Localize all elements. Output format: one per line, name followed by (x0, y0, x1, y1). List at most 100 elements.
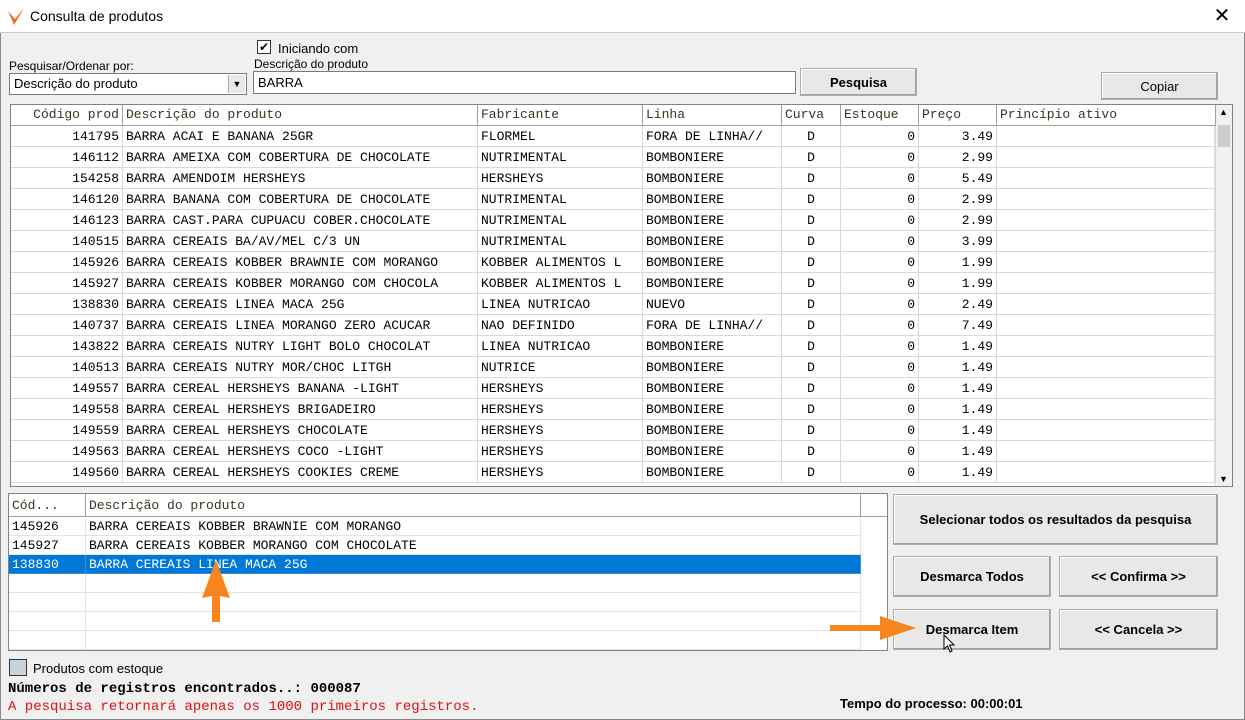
select-all-button[interactable]: Selecionar todos os resultados da pesqui… (893, 494, 1218, 545)
table-cell: 0 (841, 147, 919, 168)
table-cell: 1.49 (919, 420, 997, 441)
table-cell (997, 441, 1216, 462)
table-row[interactable]: 146112 BARRA AMEIXA COM COBERTURA DE CHOC… (11, 147, 1216, 168)
app-logo-icon (8, 8, 24, 25)
empty-row (9, 631, 861, 650)
table-cell: 146112 (11, 147, 123, 168)
column-header[interactable]: Descrição do produto (123, 105, 478, 126)
table-cell: 7.49 (919, 315, 997, 336)
table-row[interactable]: 140515 BARRA CEREAIS BA/AV/MEL C/3 UN NUTR… (11, 231, 1216, 252)
table-cell: 145927 (9, 536, 86, 555)
table-cell: HERSHEYS (478, 168, 643, 189)
table-cell (86, 631, 861, 650)
column-header[interactable]: Fabricante (478, 105, 643, 126)
table-cell: D (782, 399, 841, 420)
table-row[interactable]: 141795 BARRA ACAI E BANANA 25GR FLORMEL FOR… (11, 126, 1216, 147)
copy-button[interactable]: Copiar (1101, 72, 1218, 100)
close-button[interactable]: ✕ (1210, 4, 1234, 28)
table-cell (997, 273, 1216, 294)
column-header[interactable]: Descrição do produto (86, 494, 861, 517)
table-cell: BARRA CAST.PARA CUPUACU COBER.CHOCOLATE (123, 210, 478, 231)
table-row[interactable]: 146120 BARRA BANANA COM COBERTURA DE CHOC… (11, 189, 1216, 210)
table-cell: BARRA CEREAIS KOBBER BRAWNIE COM MORANGO (123, 252, 478, 273)
table-cell: LINEA NUTRICAO (478, 294, 643, 315)
table-cell: 149558 (11, 399, 123, 420)
table-cell (9, 631, 86, 650)
selected-list-item[interactable]: 138830 BARRA CEREAIS LINEA MACA 25G (9, 555, 861, 574)
column-header[interactable]: Curva (782, 105, 841, 126)
table-cell (997, 399, 1216, 420)
confirm-button[interactable]: << Confirma >> (1059, 556, 1218, 597)
table-row[interactable]: 154258 BARRA AMENDOIM HERSHEYS HERSHEYS BOM… (11, 168, 1216, 189)
table-cell: BOMBONIERE (643, 378, 782, 399)
selected-items-grid[interactable]: Cód... Descrição do produto 145926 BARRA CE… (8, 493, 888, 651)
table-cell: 145926 (9, 517, 86, 536)
scroll-up-icon[interactable]: ▲ (1219, 107, 1228, 117)
table-cell: BOMBONIERE (643, 462, 782, 483)
table-cell: 0 (841, 210, 919, 231)
search-input[interactable] (253, 71, 796, 94)
column-header[interactable]: Código prod (11, 105, 123, 126)
cancel-button[interactable]: << Cancela >> (1059, 609, 1218, 650)
table-cell: 149563 (11, 441, 123, 462)
table-row[interactable]: 149560 BARRA CEREAL HERSHEYS COOKIES CREM… (11, 462, 1216, 483)
order-by-select[interactable]: Descrição do produto ▼ (9, 73, 247, 95)
table-cell: NUTRIMENTAL (478, 189, 643, 210)
unmark-all-button[interactable]: Desmarca Todos (893, 556, 1051, 597)
table-cell: HERSHEYS (478, 462, 643, 483)
table-cell (997, 315, 1216, 336)
table-cell: BARRA CEREAIS LINEA MACA 25G (123, 294, 478, 315)
starts-with-checkbox[interactable]: ✔ (257, 40, 271, 54)
table-row[interactable]: 140513 BARRA CEREAIS NUTRY MOR/CHOC LITGH… (11, 357, 1216, 378)
table-cell: BOMBONIERE (643, 399, 782, 420)
table-row[interactable]: 146123 BARRA CAST.PARA CUPUACU COBER.CHOC… (11, 210, 1216, 231)
table-cell: 0 (841, 462, 919, 483)
table-row[interactable]: 143822 BARRA CEREAIS NUTRY LIGHT BOLO CHO… (11, 336, 1216, 357)
empty-row (9, 593, 861, 612)
table-cell: BOMBONIERE (643, 210, 782, 231)
table-row[interactable]: 145926 BARRA CEREAIS KOBBER BRAWNIE COM M… (11, 252, 1216, 273)
search-button[interactable]: Pesquisa (800, 68, 917, 96)
table-cell: FORA DE LINHA// (643, 126, 782, 147)
table-row[interactable]: 145927 BARRA CEREAIS KOBBER MORANGO COM C… (11, 273, 1216, 294)
table-cell: BARRA CEREAL HERSHEYS BRIGADEIRO (123, 399, 478, 420)
chevron-down-icon[interactable]: ▼ (228, 75, 245, 93)
selected-list-item[interactable]: 145926 BARRA CEREAIS KOBBER BRAWNIE COM M… (9, 517, 861, 536)
column-header[interactable]: Estoque (841, 105, 919, 126)
table-cell: NUTRIMENTAL (478, 210, 643, 231)
results-grid[interactable]: ▲ ▼ Código prod Descrição do produto Fabri… (10, 104, 1233, 487)
selected-list-item[interactable]: 145927 BARRA CEREAIS KOBBER MORANGO COM C… (9, 536, 861, 555)
table-cell: NUTRIMENTAL (478, 231, 643, 252)
table-row[interactable]: 149557 BARRA CEREAL HERSHEYS BANANA -LIGH… (11, 378, 1216, 399)
table-cell: 0 (841, 273, 919, 294)
table-cell: 0 (841, 399, 919, 420)
column-header[interactable]: Princípio ativo (997, 105, 1216, 126)
order-by-value: Descrição do produto (14, 76, 138, 91)
table-cell: D (782, 168, 841, 189)
table-row[interactable]: 140737 BARRA CEREAIS LINEA MORANGO ZERO A… (11, 315, 1216, 336)
order-by-label: Pesquisar/Ordenar por: (9, 59, 134, 73)
table-row[interactable]: 149563 BARRA CEREAL HERSHEYS COCO -LIGHT H… (11, 441, 1216, 462)
table-cell: HERSHEYS (478, 399, 643, 420)
table-cell: 2.99 (919, 210, 997, 231)
column-header[interactable]: Preço (919, 105, 997, 126)
stock-only-checkbox[interactable] (9, 659, 27, 676)
table-cell: 1.49 (919, 378, 997, 399)
table-cell: BARRA CEREAIS NUTRY MOR/CHOC LITGH (123, 357, 478, 378)
vertical-scrollbar[interactable]: ▲ ▼ (1214, 105, 1232, 486)
table-row[interactable]: 149559 BARRA CEREAL HERSHEYS CHOCOLATE HER… (11, 420, 1216, 441)
table-row[interactable]: 149558 BARRA CEREAL HERSHEYS BRIGADEIRO HE… (11, 399, 1216, 420)
table-cell: D (782, 441, 841, 462)
table-cell: 1.49 (919, 357, 997, 378)
scroll-down-icon[interactable]: ▼ (1219, 474, 1228, 484)
mouse-cursor-icon (943, 634, 956, 653)
column-header[interactable]: Cód... (9, 494, 86, 517)
column-header[interactable]: Linha (643, 105, 782, 126)
table-cell: 149559 (11, 420, 123, 441)
table-cell: 143822 (11, 336, 123, 357)
table-cell: 3.99 (919, 231, 997, 252)
table-row[interactable]: 138830 BARRA CEREAIS LINEA MACA 25G LINEA … (11, 294, 1216, 315)
table-cell: 145927 (11, 273, 123, 294)
table-cell: D (782, 210, 841, 231)
scroll-thumb[interactable] (1218, 125, 1230, 147)
